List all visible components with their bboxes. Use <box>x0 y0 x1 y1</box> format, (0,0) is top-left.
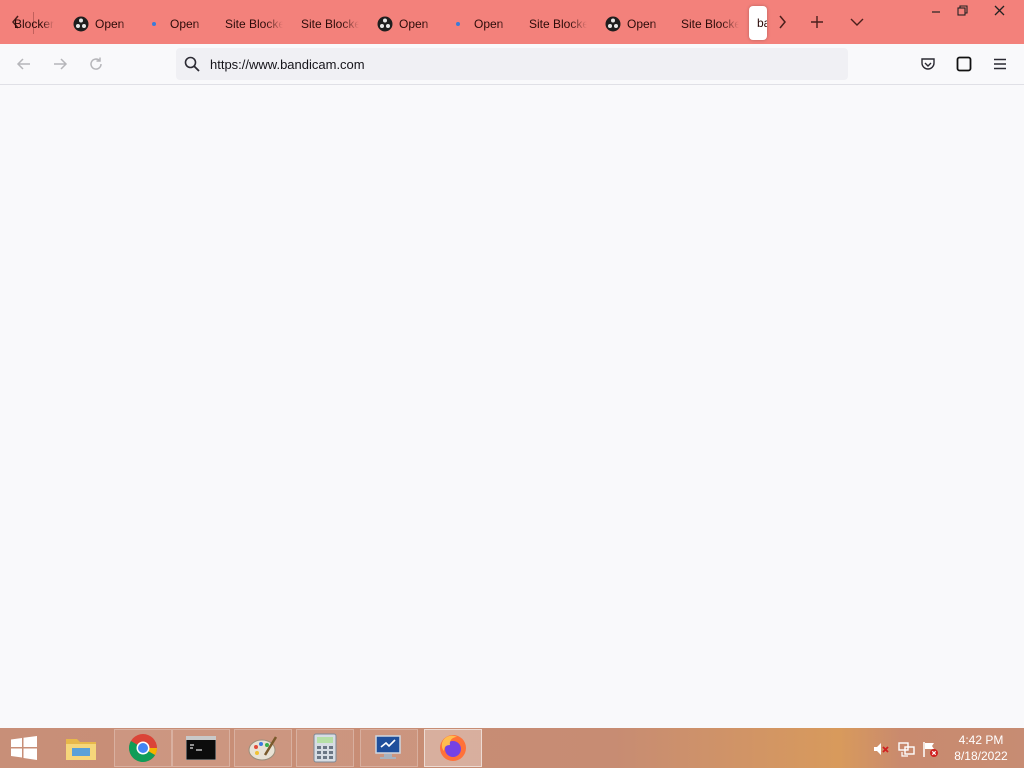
tab-label: bandicam <box>757 16 767 30</box>
pocket-icon <box>921 58 935 70</box>
system-clock[interactable]: 4:42 PM 8/18/2022 <box>946 732 1016 764</box>
taskbar-paint[interactable] <box>234 729 292 767</box>
tab-bandicam-active[interactable]: bandicam <box>749 6 767 40</box>
obs-icon <box>377 16 393 32</box>
tab-label: Open <box>399 17 429 31</box>
tab-label: Site Blocker <box>681 17 739 31</box>
firefox-icon <box>440 735 466 761</box>
back-arrow-icon <box>16 58 30 70</box>
chevron-down-icon <box>850 18 864 26</box>
paint-icon <box>248 736 278 761</box>
address-bar[interactable] <box>176 48 848 80</box>
tab-open[interactable]: Open <box>146 8 208 40</box>
search-icon <box>176 48 208 80</box>
network-icon[interactable] <box>897 740 915 758</box>
page-content <box>0 85 1024 728</box>
reload-icon <box>90 57 102 70</box>
windows-taskbar: 4:42 PM 8/18/2022 <box>0 728 1024 768</box>
taskbar-firefox[interactable] <box>424 729 482 767</box>
tab-site-blocker[interactable]: Site Blocker <box>14 8 54 40</box>
tab-label: Open <box>95 17 125 31</box>
taskbar-remote-desktop[interactable] <box>360 729 418 767</box>
volume-muted-icon[interactable] <box>872 740 890 758</box>
tab-open[interactable]: Open <box>377 8 437 40</box>
chevron-right-icon <box>779 15 786 29</box>
tab-strip: Site Blocker Open Open Site Blocker Site… <box>0 0 1024 44</box>
close-window-button[interactable] <box>984 0 1014 20</box>
taskbar-command-prompt[interactable] <box>172 729 230 767</box>
cmd-icon <box>186 736 216 760</box>
tab-open[interactable]: Open <box>73 8 133 40</box>
action-center-flag-icon[interactable] <box>921 740 939 758</box>
hamburger-menu-icon <box>994 58 1006 70</box>
obs-icon <box>605 16 621 32</box>
taskbar-chrome[interactable] <box>114 729 172 767</box>
list-all-tabs-button[interactable] <box>843 8 871 36</box>
save-to-pocket-button[interactable] <box>914 50 942 78</box>
plus-icon <box>811 16 823 28</box>
restore-button[interactable] <box>947 0 977 20</box>
clock-date: 8/18/2022 <box>954 749 1008 763</box>
tab-open[interactable]: Open <box>450 8 512 40</box>
tab-label: Site Blocker <box>301 17 359 31</box>
start-button[interactable] <box>0 728 48 768</box>
tab-label: Site Blocker <box>14 17 54 31</box>
extensions-button[interactable] <box>950 50 978 78</box>
scroll-tabs-right-button[interactable] <box>768 8 796 36</box>
url-input[interactable] <box>210 56 810 72</box>
clock-time: 4:42 PM <box>958 733 1004 747</box>
close-icon <box>994 5 1004 15</box>
loading-dot-icon <box>456 22 460 26</box>
tab-site-blocker[interactable]: Site Blocker <box>225 8 283 40</box>
file-explorer-icon <box>66 739 96 760</box>
back-button[interactable] <box>10 50 38 78</box>
windows-logo-icon <box>11 736 37 760</box>
calculator-icon <box>313 733 337 763</box>
chrome-icon <box>129 734 157 762</box>
new-tab-button[interactable] <box>803 8 831 36</box>
forward-arrow-icon <box>54 58 68 70</box>
loading-dot-icon <box>152 22 156 26</box>
forward-button[interactable] <box>46 50 74 78</box>
restore-icon <box>956 4 968 16</box>
tab-site-blocker[interactable]: Site Blocker <box>301 8 359 40</box>
tab-label: Site Blocker <box>529 17 587 31</box>
tab-label: Open <box>474 17 504 31</box>
square-icon <box>956 56 972 72</box>
minimize-icon <box>932 11 940 13</box>
tab-open[interactable]: Open <box>605 8 665 40</box>
tab-site-blocker[interactable]: Site Blocker <box>681 8 739 40</box>
tab-label: Site Blocker <box>225 17 283 31</box>
remote-desktop-icon <box>375 735 401 759</box>
tab-label: Open <box>627 17 657 31</box>
navigation-toolbar <box>0 44 1024 85</box>
obs-icon <box>73 16 89 32</box>
taskbar-calculator[interactable] <box>296 729 354 767</box>
reload-button[interactable] <box>82 50 110 78</box>
tab-site-blocker[interactable]: Site Blocker <box>529 8 587 40</box>
tab-label: Open <box>170 17 200 31</box>
taskbar-file-explorer[interactable] <box>52 729 110 767</box>
app-menu-button[interactable] <box>986 50 1014 78</box>
